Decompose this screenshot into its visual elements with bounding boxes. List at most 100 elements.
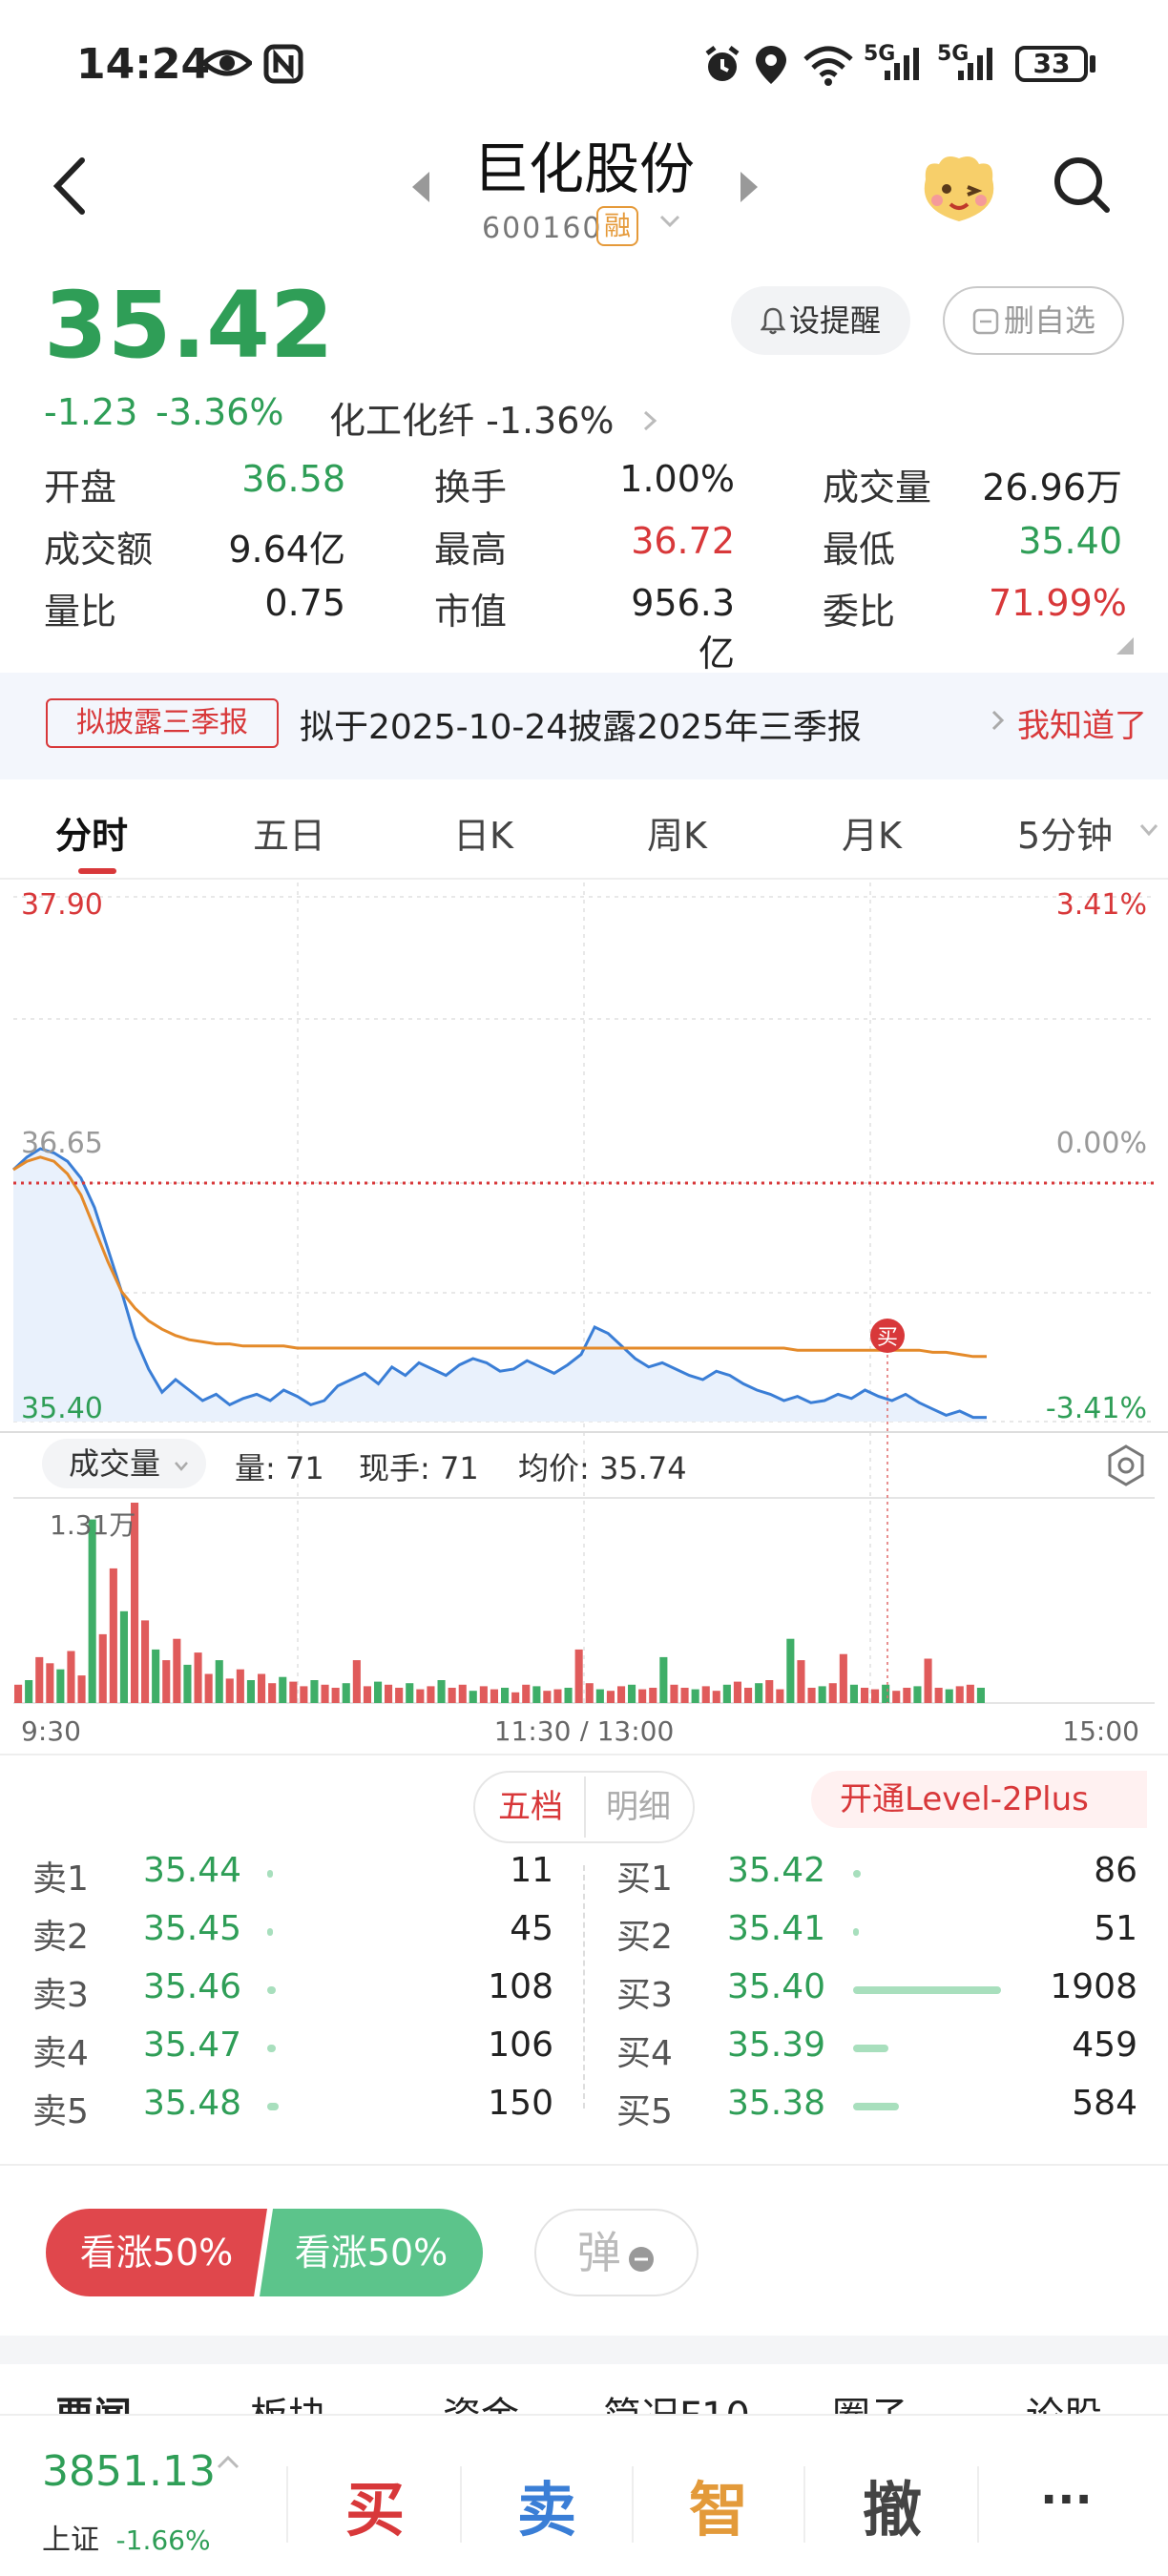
volume-max-label: 1.31万 xyxy=(50,1509,136,1541)
volume-bar xyxy=(152,1649,160,1703)
cancel-order-button[interactable]: 撤 xyxy=(863,2462,922,2547)
volume-bar xyxy=(215,1660,223,1703)
alarm-icon xyxy=(701,44,743,82)
volume-bar xyxy=(119,1610,128,1703)
orderbook-sell-price[interactable]: 35.48 xyxy=(143,2084,241,2123)
orderbook-buy-price[interactable]: 35.41 xyxy=(727,1909,825,1948)
tab-daily-k[interactable]: 日K xyxy=(453,806,513,859)
buy-marker-label: 买 xyxy=(877,1326,898,1350)
volume-bar xyxy=(733,1681,741,1703)
volume-bar xyxy=(342,1683,350,1703)
sector-link[interactable]: 化工化纤 -1.36% xyxy=(329,391,662,444)
volume-bar xyxy=(246,1680,255,1703)
orderbook-sell-qty: 11 xyxy=(510,1851,553,1890)
orderbook-buy-price[interactable]: 35.42 xyxy=(727,1851,825,1890)
volume-bar xyxy=(585,1683,594,1703)
volume-bar xyxy=(659,1656,668,1703)
tab-five-minute[interactable]: 5分钟 xyxy=(1017,806,1113,859)
orderbook-buy-bar xyxy=(853,1928,859,1936)
volume-bar xyxy=(352,1660,361,1703)
orderbook-buy-qty: 584 xyxy=(1072,2084,1137,2123)
orderbook-buy-price[interactable]: 35.40 xyxy=(727,1967,825,2006)
tab-five-levels[interactable]: 五档 xyxy=(477,1773,584,1841)
tab-intraday[interactable]: 分时 xyxy=(55,806,128,859)
tab-details[interactable]: 明细 xyxy=(586,1773,691,1841)
sell-button[interactable]: 卖 xyxy=(517,2462,576,2547)
volume-bar xyxy=(511,1692,520,1703)
tab-monthly-k[interactable]: 月K xyxy=(842,806,902,859)
divider xyxy=(460,2466,462,2543)
stat-label-open: 开盘 xyxy=(44,467,117,509)
price-bottom-label: 35.40 xyxy=(21,1392,103,1425)
chevron-down-icon[interactable] xyxy=(658,212,681,235)
divider xyxy=(0,2164,1168,2166)
volume-selector[interactable]: 成交量 xyxy=(42,1439,206,1488)
average-price-line xyxy=(12,1155,987,1359)
volume-bar xyxy=(828,1683,837,1703)
divider xyxy=(632,2466,634,2543)
settings-icon[interactable] xyxy=(1107,1444,1145,1490)
volume-bar xyxy=(56,1669,65,1703)
volume-bar xyxy=(691,1689,699,1703)
set-alert-button[interactable]: 设提醒 xyxy=(731,286,910,355)
tab-weekly-k[interactable]: 周K xyxy=(647,806,707,859)
volume-bar xyxy=(945,1689,953,1703)
next-stock-button[interactable] xyxy=(737,170,761,208)
volume-bar xyxy=(46,1663,54,1703)
more-button[interactable]: ··· xyxy=(1040,2473,1093,2526)
smart-button[interactable]: 智 xyxy=(689,2462,748,2547)
orderbook-buy-price[interactable]: 35.38 xyxy=(727,2084,825,2123)
margin-badge: 融 xyxy=(596,206,638,246)
level2-upgrade-button[interactable]: 开通Level-2Plus xyxy=(811,1771,1147,1828)
volume-bar xyxy=(755,1683,763,1703)
buy-button[interactable]: 买 xyxy=(345,2462,405,2547)
index-value[interactable]: 3851.13 xyxy=(42,2447,216,2496)
orderbook-sell-label: 卖1 xyxy=(32,1859,89,1899)
tab-five-day[interactable]: 五日 xyxy=(253,806,325,859)
orderbook-buy-qty: 51 xyxy=(1094,1909,1137,1948)
volume-bar xyxy=(310,1680,319,1703)
pct-top-label: 3.41% xyxy=(1056,888,1147,922)
divider xyxy=(583,1865,585,2109)
status-time: 14:24 xyxy=(76,40,211,89)
orderbook-buy-price[interactable]: 35.39 xyxy=(727,2025,825,2065)
divider xyxy=(977,2466,979,2543)
chevron-right-icon xyxy=(643,410,657,431)
volume-bar xyxy=(395,1688,404,1703)
danmu-toggle[interactable]: 弹 xyxy=(534,2209,699,2296)
orderbook-sell-price[interactable]: 35.44 xyxy=(143,1851,241,1890)
avg-price-info: 均价: 35.74 xyxy=(518,1450,687,1486)
search-button[interactable] xyxy=(1050,153,1116,219)
orderbook-buy-qty: 1908 xyxy=(1050,1967,1137,2006)
intraday-chart[interactable]: 买 37.90 36.65 35.40 3.41% 0.00% -3.41% 1… xyxy=(0,883,1168,1741)
bullish-right-button[interactable]: 看涨50% xyxy=(260,2209,483,2296)
announcement-dismiss-button[interactable]: 我知道了 xyxy=(1017,699,1147,746)
volume-bar xyxy=(522,1684,531,1703)
expand-corner-icon[interactable] xyxy=(1116,637,1134,658)
stat-label-amount: 成交额 xyxy=(44,529,154,571)
chevron-down-icon[interactable] xyxy=(1139,822,1158,841)
triangle-right-icon xyxy=(740,172,758,202)
stat-value-amount: 9.64亿 xyxy=(228,529,345,571)
orderbook-sell-price[interactable]: 35.47 xyxy=(143,2025,241,2065)
index-pct: -1.66% xyxy=(115,2524,211,2556)
orderbook-sell-price[interactable]: 35.46 xyxy=(143,1967,241,2006)
minus-square-icon xyxy=(972,308,999,335)
signal-icon xyxy=(883,44,925,82)
volume-bar xyxy=(204,1673,213,1703)
volume-bar xyxy=(374,1681,383,1703)
volume-bar xyxy=(490,1689,498,1703)
stat-value-low: 35.40 xyxy=(1018,520,1122,562)
nfc-icon xyxy=(263,44,303,84)
volume-bar xyxy=(35,1656,44,1703)
orderbook-sell-price[interactable]: 35.45 xyxy=(143,1909,241,1948)
remove-favorite-button[interactable]: 删自选 xyxy=(943,286,1124,355)
active-tab-indicator xyxy=(78,868,116,874)
mascot-icon[interactable] xyxy=(916,151,1002,227)
orderbook-buy-label: 买2 xyxy=(616,1918,673,1957)
volume-bar xyxy=(892,1691,901,1703)
remove-favorite-label: 删自选 xyxy=(1003,302,1095,339)
volume-bar xyxy=(194,1652,202,1703)
volume-bar xyxy=(701,1686,710,1703)
bullish-left-button[interactable]: 看涨50% xyxy=(46,2209,267,2296)
